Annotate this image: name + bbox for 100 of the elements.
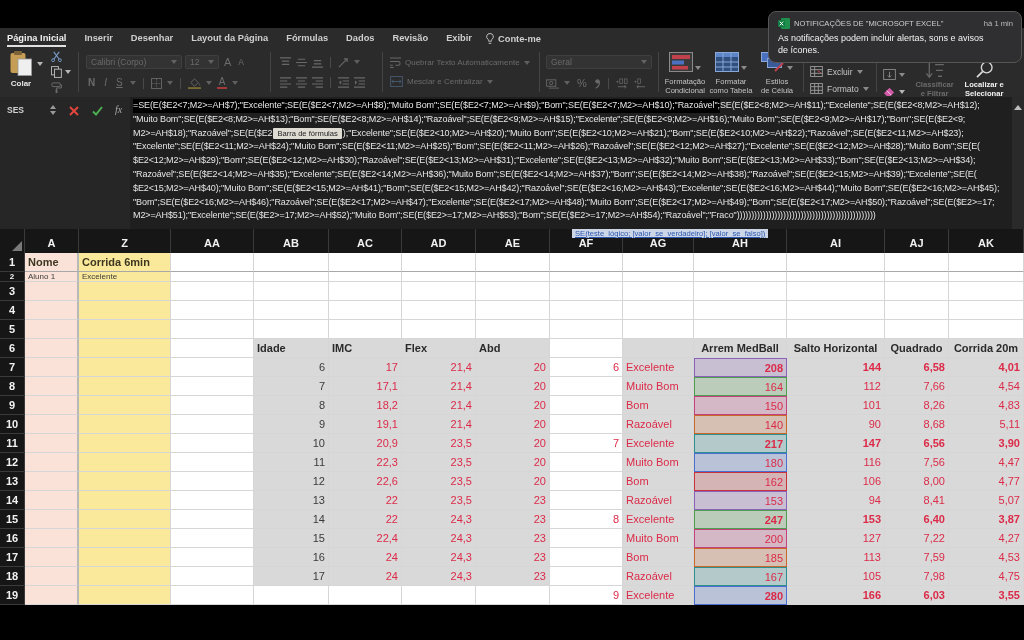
- cells-button[interactable]: Formato: [810, 83, 873, 94]
- table-cell: [885, 272, 949, 282]
- column-header[interactable]: AE: [476, 229, 550, 253]
- ribbon-tab[interactable]: Desenhar: [130, 30, 174, 47]
- stepper-icon[interactable]: [50, 104, 56, 116]
- caret-icon[interactable]: [695, 66, 701, 70]
- row-header[interactable]: 9: [0, 396, 25, 415]
- table-cell: 16: [254, 548, 329, 567]
- align-top-icon[interactable]: [280, 56, 291, 68]
- accounting-format-icon[interactable]: [546, 77, 559, 89]
- table-cell: Razoável: [623, 567, 694, 586]
- ribbon-tab[interactable]: Exibir: [446, 30, 472, 47]
- column-header[interactable]: AI: [787, 229, 885, 253]
- table-cell: 4,01: [949, 358, 1024, 377]
- row-header[interactable]: 6: [0, 339, 25, 358]
- row-header[interactable]: 16: [0, 529, 25, 548]
- row-header[interactable]: 12: [0, 453, 25, 472]
- cross-icon[interactable]: [69, 106, 79, 116]
- paste-button[interactable]: Colar: [7, 50, 35, 88]
- column-header[interactable]: AK: [949, 229, 1024, 253]
- table-cell: [25, 396, 79, 415]
- copy-icon[interactable]: [51, 66, 62, 78]
- table-cell: 7,59: [885, 548, 949, 567]
- tell-me-button[interactable]: Conte-me: [486, 30, 541, 47]
- align-middle-icon[interactable]: [296, 56, 307, 68]
- row-header[interactable]: 2: [0, 272, 25, 282]
- table-cell: [885, 301, 949, 320]
- row-header[interactable]: 13: [0, 472, 25, 491]
- decrease-indent-icon[interactable]: [338, 76, 349, 88]
- table-cell: Muito Bom: [623, 529, 694, 548]
- comma-style-icon[interactable]: [593, 77, 601, 89]
- wrap-text-icon: [390, 57, 401, 68]
- caret-icon[interactable]: [899, 89, 905, 94]
- increase-indent-icon[interactable]: [354, 76, 365, 88]
- row-header[interactable]: 14: [0, 491, 25, 510]
- scroll-up-icon[interactable]: [1014, 105, 1022, 110]
- table-cell: 8,26: [885, 396, 949, 415]
- table-cell: 153: [787, 510, 885, 529]
- column-header[interactable]: AB: [254, 229, 329, 253]
- column-header[interactable]: AD: [402, 229, 476, 253]
- table-cell: [623, 301, 694, 320]
- increase-decimal-icon[interactable]: [615, 77, 629, 89]
- table-cell: 24: [329, 548, 402, 567]
- row-header[interactable]: 8: [0, 377, 25, 396]
- borders-icon[interactable]: [150, 77, 162, 89]
- table-cell: 13: [254, 491, 329, 510]
- ribbon-tab[interactable]: Revisão: [392, 30, 429, 47]
- table-cell: [623, 282, 694, 301]
- column-header[interactable]: AC: [329, 229, 402, 253]
- align-center-icon[interactable]: [296, 76, 307, 88]
- table-cell: 6,56: [885, 434, 949, 453]
- text-orientation-icon[interactable]: [338, 56, 349, 68]
- ribbon-tab[interactable]: Dados: [346, 30, 375, 47]
- name-box[interactable]: SES: [4, 103, 50, 117]
- cells-button[interactable]: Excluir: [810, 66, 873, 77]
- align-left-icon[interactable]: [280, 76, 291, 88]
- table-cell: 8,00: [885, 472, 949, 491]
- row-header[interactable]: 1: [0, 253, 25, 272]
- align-right-icon[interactable]: [312, 76, 323, 88]
- paintbrush-icon[interactable]: [51, 82, 62, 93]
- row-header[interactable]: 11: [0, 434, 25, 453]
- row-header[interactable]: 3: [0, 282, 25, 301]
- row-header[interactable]: 7: [0, 358, 25, 377]
- decrease-decimal-icon[interactable]: [633, 77, 647, 89]
- caret-icon[interactable]: [65, 70, 71, 74]
- paint-bucket-icon[interactable]: [187, 77, 201, 89]
- table-cell: [885, 282, 949, 301]
- insert-function-button[interactable]: fx: [115, 103, 123, 117]
- formula-text: "Muito Bom";SE(E($E2<8;M2>=AH$13);"Bom";SE(E($E2<8;M2>=AH$14);"Razoável";SE(E($E2<9;M2>=AH$15);"Excelente";SE(E($E2<9;M2>=AH$16);"Muito Bom";SE(E($E2<9;M2>=AH$17);"Bom";SE(E($E2<9;: [133, 112, 966, 126]
- row-header[interactable]: 19: [0, 586, 25, 605]
- table-cell: 15: [254, 529, 329, 548]
- row-header[interactable]: 4: [0, 301, 25, 320]
- table-cell: 180: [694, 453, 787, 472]
- ribbon-tab[interactable]: Layout da Página: [191, 30, 269, 47]
- eraser-icon[interactable]: [883, 86, 896, 97]
- ribbon-tab[interactable]: Inserir: [84, 30, 113, 47]
- check-icon[interactable]: [92, 106, 103, 116]
- caret-icon[interactable]: [787, 66, 793, 70]
- row-header[interactable]: 18: [0, 567, 25, 586]
- column-header[interactable]: AA: [171, 229, 254, 253]
- table-cell: 20: [476, 453, 550, 472]
- caret-icon[interactable]: [899, 72, 905, 77]
- table-cell: 7: [254, 377, 329, 396]
- column-header[interactable]: AJ: [885, 229, 949, 253]
- table-cell: 22,6: [329, 472, 402, 491]
- caret-icon[interactable]: [37, 62, 43, 66]
- caret-icon[interactable]: [862, 86, 869, 91]
- merge-cells-icon: [390, 76, 403, 87]
- fill-down-icon[interactable]: [883, 69, 896, 80]
- row-header[interactable]: 15: [0, 510, 25, 529]
- scissors-icon[interactable]: [51, 51, 62, 62]
- table-cell: Quadrado: [885, 339, 949, 358]
- row-header[interactable]: 10: [0, 415, 25, 434]
- row-header[interactable]: 17: [0, 548, 25, 567]
- ribbon-tab[interactable]: Fórmulas: [286, 30, 329, 47]
- formula-field[interactable]: [130, 97, 1012, 229]
- row-header[interactable]: 5: [0, 320, 25, 339]
- table-cell: 23: [476, 529, 550, 548]
- caret-icon[interactable]: [856, 69, 863, 74]
- caret-icon[interactable]: [741, 66, 747, 70]
